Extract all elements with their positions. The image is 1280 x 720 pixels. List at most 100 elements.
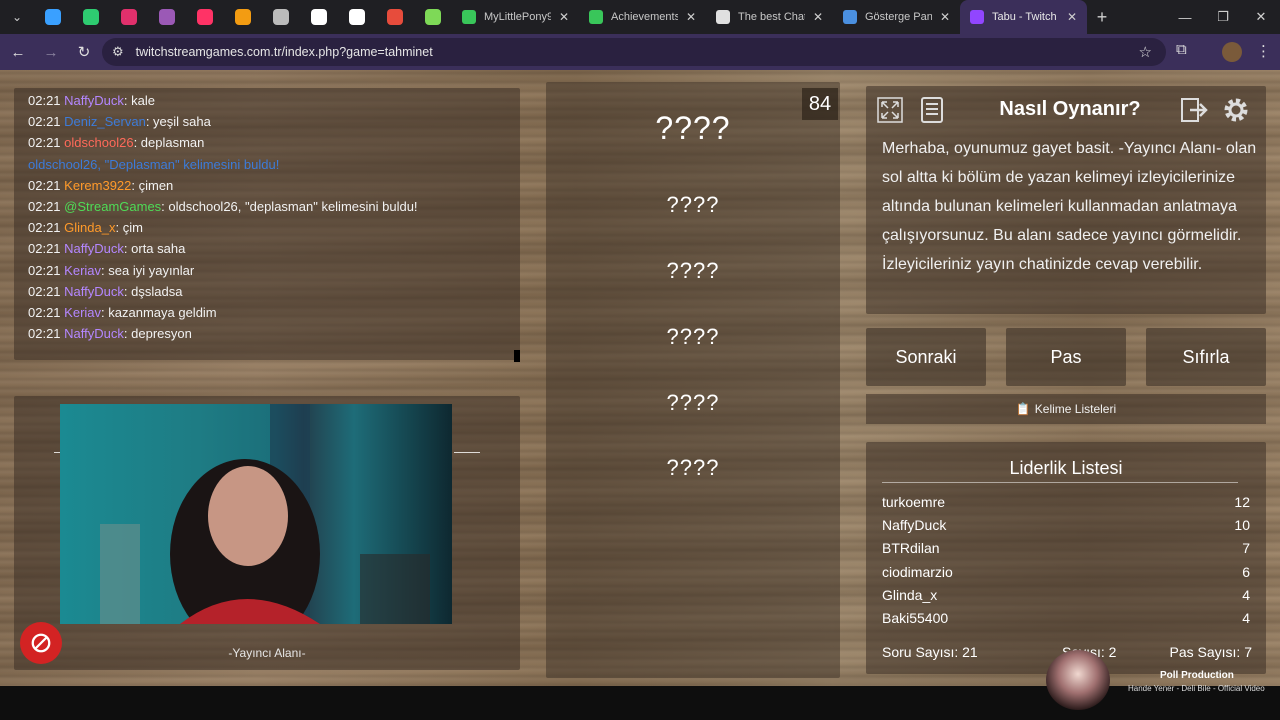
tab-close-icon[interactable]: ✕	[686, 10, 696, 24]
restore-icon[interactable]: ❐	[1204, 0, 1242, 34]
chat-text: : çimen	[131, 177, 174, 193]
chat-user[interactable]: Glinda_x	[64, 220, 115, 235]
site-favicon-icon	[121, 9, 137, 25]
pinned-tab[interactable]	[148, 0, 186, 34]
chat-user[interactable]: Deniz_Servan	[64, 114, 146, 129]
forward-icon[interactable]: →	[36, 37, 66, 67]
address-bar[interactable]: ⚙ twitchstreamgames.com.tr/index.php?gam…	[102, 38, 1166, 66]
site-favicon-icon	[425, 9, 441, 25]
extensions-icon[interactable]: ⧉	[1176, 41, 1187, 58]
back-icon[interactable]: ←	[3, 37, 33, 67]
chat-scrollbar[interactable]	[514, 350, 520, 362]
pinned-tab[interactable]	[376, 0, 414, 34]
leaderboard-row: BTRdilan 7	[882, 540, 1250, 556]
tab-close-icon[interactable]: ✕	[940, 10, 950, 24]
mini-player-thumbnail	[1046, 650, 1110, 710]
player-score: 12	[1234, 494, 1250, 510]
chat-user[interactable]: @StreamGames	[64, 199, 161, 214]
tab-title: Achievements	[611, 11, 678, 23]
chat-time: 02:21	[28, 326, 61, 342]
tab-close-icon[interactable]: ✕	[559, 10, 569, 24]
pass-button[interactable]: Pas	[1006, 328, 1126, 386]
word-lists-button[interactable]: 📋 Kelime Listeleri	[866, 394, 1266, 424]
next-button[interactable]: Sonraki	[866, 328, 986, 386]
browser-tab[interactable]: The best ChatB ✕	[706, 0, 833, 34]
pinned-tab[interactable]	[224, 0, 262, 34]
chat-user[interactable]: NaffyDuck	[64, 284, 124, 299]
pinned-tab[interactable]	[262, 0, 300, 34]
player-name: NaffyDuck	[882, 517, 947, 534]
mini-player[interactable]: Poll Production Hande Yener - Deli Bile …	[1046, 648, 1276, 712]
chat-text: : kazanmaya geldim	[101, 305, 217, 320]
streamer-area: -Yayıncı Alanı-	[14, 396, 520, 670]
site-favicon-icon	[311, 9, 327, 25]
chat-message: 02:21 Deniz_Servan: yeşil saha	[28, 114, 211, 129]
chat-user[interactable]: Kerem3922	[64, 178, 131, 193]
site-favicon-icon	[349, 9, 365, 25]
chat-time: 02:21	[28, 135, 61, 151]
player-name: ciodimarzio	[882, 563, 953, 580]
site-favicon-icon	[387, 9, 403, 25]
leaderboard-row: ciodimarzio 6	[882, 564, 1250, 580]
how-to-play-title: Nasıl Oynanır?	[999, 98, 1141, 120]
pinned-tab[interactable]	[186, 0, 224, 34]
leaderboard-row: NaffyDuck 10	[882, 517, 1250, 533]
clipboard-icon: 📋	[1015, 402, 1031, 416]
pinned-tab[interactable]	[414, 0, 452, 34]
mini-player-subtitle: Hande Yener - Deli Bile - Official Video	[1128, 684, 1265, 693]
tab-strip: ⌄ MyLittlePony98✕Achievements✕The best C…	[0, 0, 1280, 34]
chat-user[interactable]: Keriav	[64, 263, 101, 278]
site-info-icon[interactable]: ⚙	[112, 44, 124, 60]
main-word: ????	[655, 110, 731, 146]
forbidden-word: ????	[666, 455, 720, 480]
chat-user[interactable]: oldschool26	[64, 135, 133, 150]
pinned-tab[interactable]	[300, 0, 338, 34]
gear-icon[interactable]	[1220, 94, 1252, 126]
reload-icon[interactable]: ↻	[69, 37, 99, 67]
chat-text: : yeşil saha	[145, 114, 211, 130]
browser-tab[interactable]: Gösterge Paneli ✕	[833, 0, 960, 34]
pinned-tab[interactable]	[72, 0, 110, 34]
chat-text: : dşsladsa	[123, 283, 183, 299]
profile-avatar[interactable]	[1222, 42, 1242, 62]
exit-icon[interactable]	[1178, 94, 1210, 126]
chat-time: 02:21	[28, 241, 61, 257]
menu-kebab-icon[interactable]: ⋮	[1256, 42, 1271, 60]
chat-message: 02:21 NaffyDuck: kale	[28, 93, 155, 108]
browser-tab[interactable]: MyLittlePony98 ✕	[452, 0, 579, 34]
tab-close-icon[interactable]: ✕	[1067, 10, 1077, 24]
player-name: Glinda_x	[882, 586, 938, 603]
chat-time: 02:21	[28, 220, 61, 236]
chat-text: : depresyon	[123, 326, 192, 342]
chat-time: 02:21	[28, 93, 61, 108]
site-favicon-icon	[273, 9, 289, 25]
word-panel: 84 ????????????????????????	[546, 82, 840, 678]
tab-list: MyLittlePony98✕Achievements✕The best Cha…	[452, 0, 1087, 34]
tab-search-chevron-icon[interactable]: ⌄	[0, 0, 34, 34]
document-icon[interactable]	[916, 94, 948, 126]
chat-message: 02:21 Keriav: sea iyi yayınlar	[28, 263, 194, 278]
close-window-icon[interactable]: ✕	[1242, 0, 1280, 34]
chat-user[interactable]: NaffyDuck	[64, 241, 124, 256]
chat-user[interactable]: oldschool26	[28, 157, 97, 172]
chat-user[interactable]: NaffyDuck	[64, 326, 124, 341]
pinned-tab[interactable]	[338, 0, 376, 34]
tab-close-icon[interactable]: ✕	[813, 10, 823, 24]
fullscreen-icon[interactable]	[874, 94, 906, 126]
browser-tab[interactable]: Achievements ✕	[579, 0, 706, 34]
chat-time: 02:21	[28, 283, 61, 299]
bookmark-star-icon[interactable]: ☆	[1139, 43, 1152, 61]
minimize-icon[interactable]: —	[1166, 0, 1204, 34]
new-tab-button[interactable]: +	[1087, 7, 1117, 28]
url-text[interactable]: twitchstreamgames.com.tr/index.php?game=…	[136, 45, 433, 59]
chat-user[interactable]: NaffyDuck	[64, 93, 124, 108]
browser-tab[interactable]: Tabu - Twitch S ✕	[960, 0, 1087, 34]
pinned-tab[interactable]	[110, 0, 148, 34]
chat-user[interactable]: Keriav	[64, 305, 101, 320]
mini-player-title: Poll Production	[1160, 670, 1234, 681]
forbidden-word: ????	[666, 258, 720, 283]
window-controls: — ❐ ✕	[1166, 0, 1280, 34]
reset-button[interactable]: Sıfırla	[1146, 328, 1266, 386]
game-page: 02:21 NaffyDuck: kale 02:21 Deniz_Servan:…	[0, 70, 1280, 686]
pinned-tab[interactable]	[34, 0, 72, 34]
